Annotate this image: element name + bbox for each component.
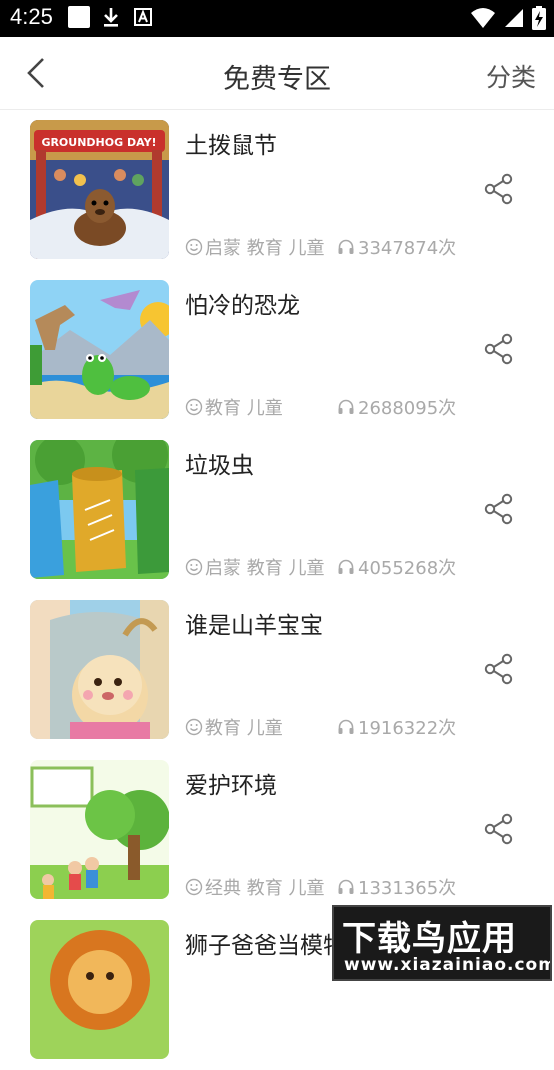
share-icon[interactable] (482, 812, 516, 846)
download-icon (104, 8, 118, 27)
back-button[interactable] (18, 55, 54, 91)
item-meta: 教育 儿童 1916322次 (185, 714, 456, 740)
item-tags: 启蒙 教育 儿童 (185, 554, 337, 580)
headphones-icon (338, 399, 354, 414)
item-plays-count: 4055268次 (358, 558, 457, 579)
headphones-icon (338, 879, 354, 894)
thumbnail-banner-text: GROUNDHOG DAY! (41, 136, 156, 149)
item-plays-count: 2688095次 (358, 398, 457, 419)
smile-icon (185, 238, 203, 256)
smile-icon (185, 718, 203, 736)
item-tags: 教育 儿童 (185, 394, 337, 420)
item-title: 土拨鼠节 (185, 133, 277, 159)
headphones-icon (338, 239, 354, 254)
item-title: 谁是山羊宝宝 (185, 613, 323, 639)
watermark-main-text: 下载鸟应用 (342, 919, 517, 959)
headphones-icon (338, 559, 354, 574)
share-icon[interactable] (482, 332, 516, 366)
item-plays: 1331365次 (337, 874, 456, 900)
item-tags-text: 教育 儿童 (205, 398, 283, 419)
item-tags: 启蒙 教育 儿童 (185, 234, 337, 260)
item-title: 垃圾虫 (185, 453, 254, 479)
thumbnail-dinosaur (30, 280, 169, 419)
watermark-logo: 下载鸟应用 www.xiazainiao.com (332, 905, 552, 981)
list-item[interactable]: 怕冷的恐龙 教育 儿童 2688095次 (0, 270, 554, 430)
thumbnail-goat (30, 600, 169, 739)
a-badge-icon (134, 8, 152, 26)
smile-icon (185, 878, 203, 896)
item-plays: 4055268次 (337, 554, 456, 580)
item-plays: 2688095次 (337, 394, 456, 420)
top-app-bar: 免费专区 分类 (0, 37, 554, 110)
item-meta: 启蒙 教育 儿童 4055268次 (185, 554, 456, 580)
share-icon[interactable] (482, 652, 516, 686)
list-item[interactable]: 垃圾虫 启蒙 教育 儿童 4055268次 (0, 430, 554, 590)
item-tags-text: 启蒙 教育 儿童 (205, 558, 325, 579)
item-tags-text: 教育 儿童 (205, 718, 283, 739)
item-plays-count: 1331365次 (358, 878, 457, 899)
wifi-icon (471, 8, 495, 28)
thumbnail-trash-bug (30, 440, 169, 579)
item-meta: 启蒙 教育 儿童 3347874次 (185, 234, 456, 260)
status-time: 4:25 (10, 4, 53, 29)
list-item[interactable]: GROUNDHOG DAY! 土拨鼠节 启蒙 教育 儿童 3347874次 (0, 110, 554, 270)
item-tags: 教育 儿童 (185, 714, 337, 740)
thumbnail-lion (30, 920, 169, 1059)
item-plays-count: 3347874次 (358, 238, 457, 259)
notification-square-icon (68, 6, 90, 28)
thumbnail-environment (30, 760, 169, 899)
item-plays-count: 1916322次 (358, 718, 457, 739)
watermark-url-text: www.xiazainiao.com (344, 955, 552, 975)
item-title: 狮子爸爸当模特 (185, 933, 346, 959)
signal-icon (505, 9, 523, 27)
item-meta: 教育 儿童 2688095次 (185, 394, 456, 420)
thumbnail-groundhog: GROUNDHOG DAY! (30, 120, 169, 259)
item-meta: 经典 教育 儿童 1331365次 (185, 874, 456, 900)
page-title: 免费专区 (223, 64, 331, 95)
chevron-left-icon (27, 58, 44, 88)
headphones-icon (338, 719, 354, 734)
item-title: 怕冷的恐龙 (185, 293, 300, 319)
item-tags: 经典 教育 儿童 (185, 874, 337, 900)
battery-charging-icon (532, 6, 546, 30)
item-title: 爱护环境 (185, 773, 277, 799)
list-item[interactable]: 谁是山羊宝宝 教育 儿童 1916322次 (0, 590, 554, 750)
item-tags-text: 经典 教育 儿童 (205, 878, 325, 899)
item-plays: 1916322次 (337, 714, 456, 740)
smile-icon (185, 558, 203, 576)
status-bar: 4:25 (0, 0, 554, 37)
category-button[interactable]: 分类 (486, 58, 536, 94)
smile-icon (185, 398, 203, 416)
item-tags-text: 启蒙 教育 儿童 (205, 238, 325, 259)
list-item[interactable]: 爱护环境 经典 教育 儿童 1331365次 (0, 750, 554, 910)
share-icon[interactable] (482, 172, 516, 206)
share-icon[interactable] (482, 492, 516, 526)
item-plays: 3347874次 (337, 234, 456, 260)
